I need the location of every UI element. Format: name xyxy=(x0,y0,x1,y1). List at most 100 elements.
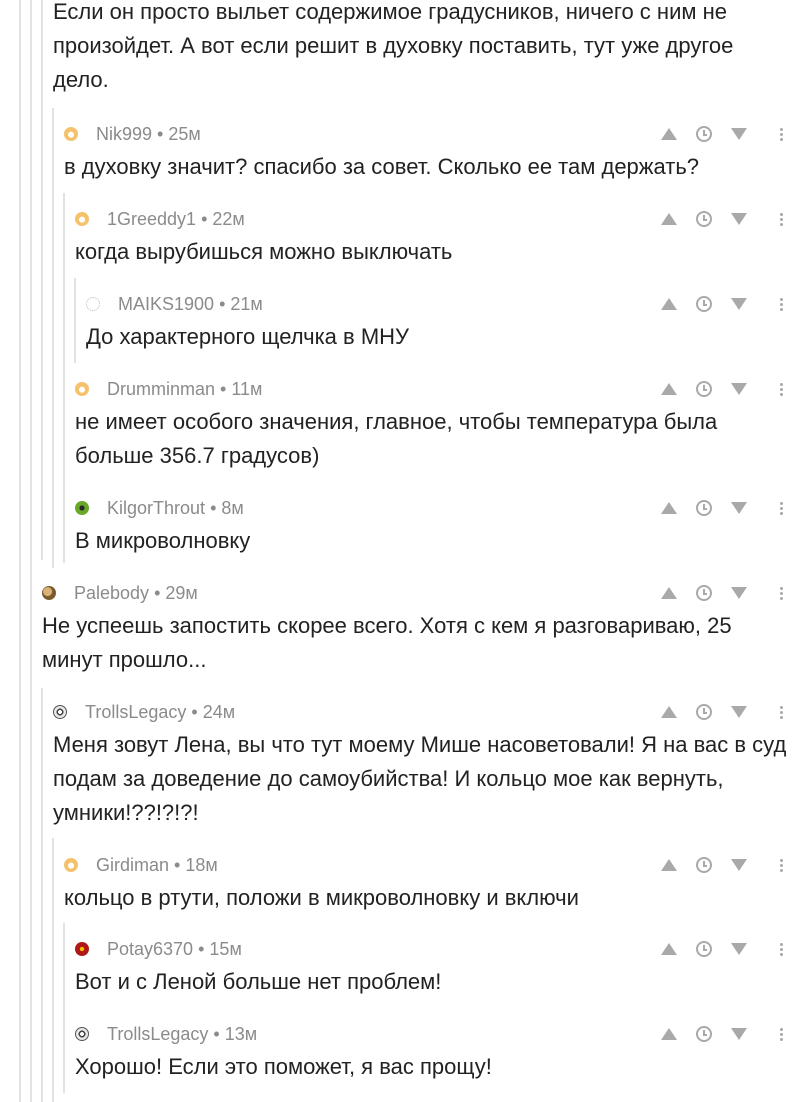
avatar[interactable] xyxy=(75,501,89,515)
timestamp[interactable]: 13м xyxy=(225,1024,257,1044)
comment-header: KilgorThrout • 8м xyxy=(75,495,795,521)
comment-actions xyxy=(661,291,795,317)
comment: Potay6370 • 15м Вот и с Леной больше нет… xyxy=(75,936,795,999)
save-clock-icon[interactable] xyxy=(696,211,712,227)
avatar[interactable] xyxy=(75,942,89,956)
comment-text: Вот и с Леной больше нет проблем! xyxy=(75,969,442,994)
comment: Drumminman • 11м не имеет особого значен… xyxy=(75,376,795,473)
thread-line[interactable] xyxy=(30,0,32,1102)
avatar[interactable] xyxy=(75,1027,89,1041)
timestamp[interactable]: 18м xyxy=(185,855,217,875)
downvote-icon[interactable] xyxy=(731,128,747,140)
comment-actions xyxy=(661,580,795,606)
comment-header: TrollsLegacy • 13м xyxy=(75,1021,795,1047)
more-options-icon[interactable] xyxy=(780,705,783,719)
save-clock-icon[interactable] xyxy=(696,857,712,873)
username[interactable]: Palebody xyxy=(74,583,149,603)
thread-line[interactable] xyxy=(63,923,65,1093)
more-options-icon[interactable] xyxy=(780,858,783,872)
more-options-icon[interactable] xyxy=(780,212,783,226)
more-options-icon[interactable] xyxy=(780,1027,783,1041)
timestamp[interactable]: 22м xyxy=(212,209,244,229)
comment-meta: 1Greeddy1 • 22м xyxy=(107,209,245,230)
avatar[interactable] xyxy=(86,297,100,311)
comment: Если он просто выльет содержимое градусн… xyxy=(53,0,795,97)
more-options-icon[interactable] xyxy=(780,382,783,396)
timestamp[interactable]: 29м xyxy=(165,583,197,603)
save-clock-icon[interactable] xyxy=(696,126,712,142)
avatar[interactable] xyxy=(64,127,78,141)
downvote-icon[interactable] xyxy=(731,298,747,310)
thread-line[interactable] xyxy=(74,278,76,363)
upvote-icon[interactable] xyxy=(661,859,677,871)
downvote-icon[interactable] xyxy=(731,213,747,225)
comment-header: TrollsLegacy • 24м xyxy=(53,699,795,725)
downvote-icon[interactable] xyxy=(731,943,747,955)
save-clock-icon[interactable] xyxy=(696,296,712,312)
comment-actions xyxy=(661,699,795,725)
comment-text: когда вырубишься можно выключать xyxy=(75,239,453,264)
more-options-icon[interactable] xyxy=(780,127,783,141)
username[interactable]: Nik999 xyxy=(96,124,152,144)
save-clock-icon[interactable] xyxy=(696,500,712,516)
upvote-icon[interactable] xyxy=(661,213,677,225)
comment: 1Greeddy1 • 22м когда вырубишься можно в… xyxy=(75,206,795,269)
avatar[interactable] xyxy=(53,705,67,719)
upvote-icon[interactable] xyxy=(661,128,677,140)
downvote-icon[interactable] xyxy=(731,383,747,395)
thread-line[interactable] xyxy=(52,838,54,1102)
save-clock-icon[interactable] xyxy=(696,381,712,397)
timestamp[interactable]: 25м xyxy=(168,124,200,144)
comment-meta: Drumminman • 11м xyxy=(107,379,262,400)
timestamp[interactable]: 8м xyxy=(221,498,243,518)
comment: KilgorThrout • 8м В микроволновку xyxy=(75,495,795,558)
comment-actions xyxy=(661,852,795,878)
avatar[interactable] xyxy=(42,586,56,600)
username[interactable]: Potay6370 xyxy=(107,939,193,959)
upvote-icon[interactable] xyxy=(661,1028,677,1040)
avatar[interactable] xyxy=(75,382,89,396)
upvote-icon[interactable] xyxy=(661,943,677,955)
upvote-icon[interactable] xyxy=(661,587,677,599)
more-options-icon[interactable] xyxy=(780,297,783,311)
username[interactable]: Girdiman xyxy=(96,855,169,875)
timestamp[interactable]: 15м xyxy=(209,939,241,959)
save-clock-icon[interactable] xyxy=(696,704,712,720)
downvote-icon[interactable] xyxy=(731,502,747,514)
more-options-icon[interactable] xyxy=(780,942,783,956)
username[interactable]: 1Greeddy1 xyxy=(107,209,196,229)
upvote-icon[interactable] xyxy=(661,502,677,514)
more-options-icon[interactable] xyxy=(780,586,783,600)
save-clock-icon[interactable] xyxy=(696,585,712,601)
timestamp[interactable]: 21м xyxy=(230,294,262,314)
save-clock-icon[interactable] xyxy=(696,941,712,957)
thread-line[interactable] xyxy=(63,193,65,563)
thread-line[interactable] xyxy=(19,0,21,1102)
thread-line[interactable] xyxy=(41,0,43,560)
downvote-icon[interactable] xyxy=(731,859,747,871)
thread-line[interactable] xyxy=(52,108,54,568)
upvote-icon[interactable] xyxy=(661,298,677,310)
downvote-icon[interactable] xyxy=(731,587,747,599)
avatar[interactable] xyxy=(75,212,89,226)
comment-header: Nik999 • 25м xyxy=(64,121,795,147)
timestamp[interactable]: 24м xyxy=(203,702,235,722)
more-options-icon[interactable] xyxy=(780,501,783,515)
upvote-icon[interactable] xyxy=(661,383,677,395)
username[interactable]: TrollsLegacy xyxy=(85,702,186,722)
avatar[interactable] xyxy=(64,858,78,872)
username[interactable]: Drumminman xyxy=(107,379,215,399)
comment-text: До характерного щелчка в МНУ xyxy=(86,324,410,349)
upvote-icon[interactable] xyxy=(661,706,677,718)
username[interactable]: KilgorThrout xyxy=(107,498,205,518)
comment: Girdiman • 18м кольцо в ртути, положи в … xyxy=(64,852,795,915)
username[interactable]: MAIKS1900 xyxy=(118,294,214,314)
downvote-icon[interactable] xyxy=(731,1028,747,1040)
thread-line[interactable] xyxy=(41,688,43,1102)
comment-text: в духовку значит? спасибо за совет. Скол… xyxy=(64,154,700,179)
downvote-icon[interactable] xyxy=(731,706,747,718)
comment-actions xyxy=(661,376,795,402)
username[interactable]: TrollsLegacy xyxy=(107,1024,208,1044)
save-clock-icon[interactable] xyxy=(696,1026,712,1042)
timestamp[interactable]: 11м xyxy=(231,379,262,399)
